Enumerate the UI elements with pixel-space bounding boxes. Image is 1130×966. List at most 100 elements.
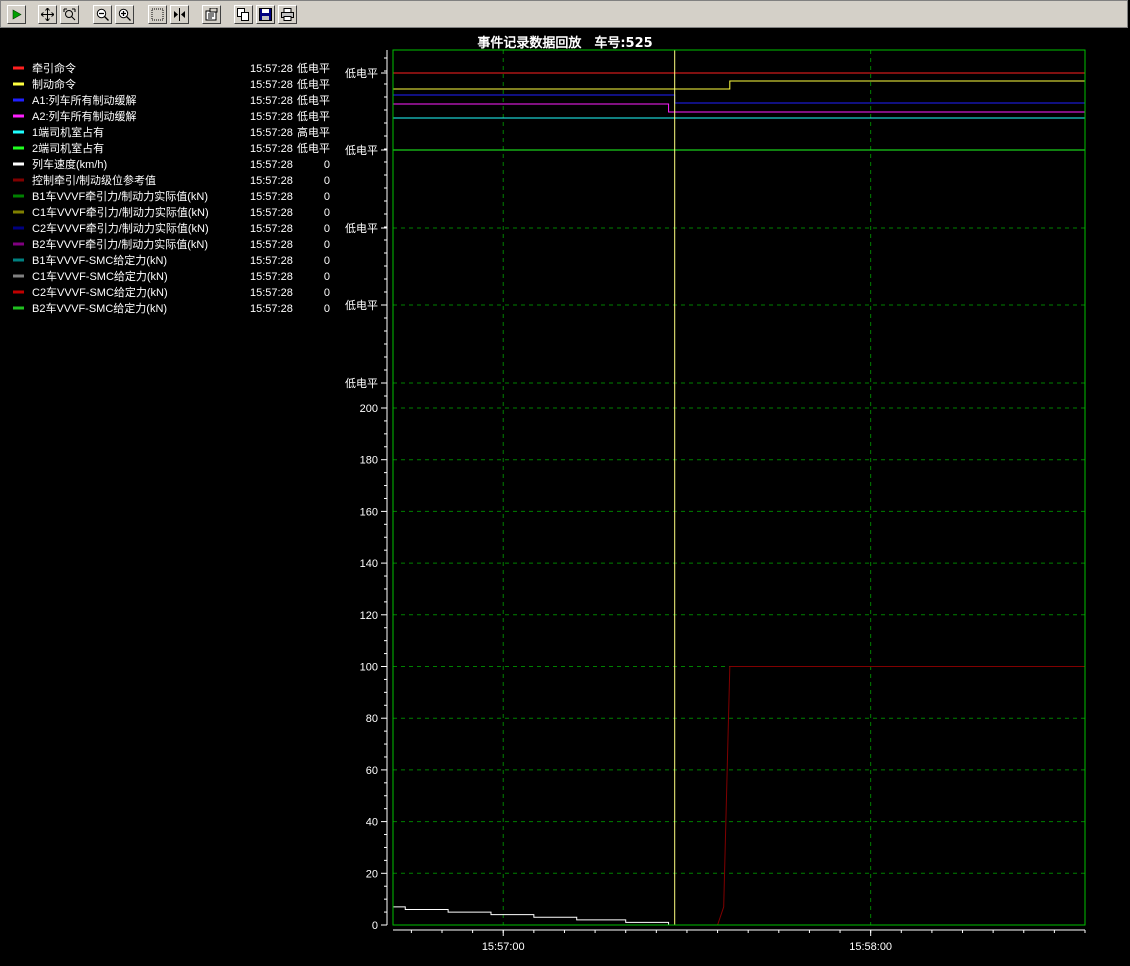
analog-tick-label: 180 [360,455,378,467]
analog-tick-label: 20 [366,868,378,880]
legend-name: A1:列车所有制动缓解 [32,93,137,107]
legend-value: 0 [324,191,330,203]
zoom-region-button[interactable] [60,5,79,24]
save-button[interactable] [256,5,275,24]
legend-time: 15:57:28 [250,63,293,75]
legend-name: C1车VVVF牵引力/制动力实际值(kN) [32,205,209,219]
pan-button[interactable] [38,5,57,24]
chart-series [393,72,1085,926]
zoom-in-icon [118,8,131,21]
digital-series-line [393,94,1085,104]
legend-value: 0 [324,207,330,219]
legend-name: C1车VVVF-SMC给定力(kN) [32,269,168,283]
chart-legend: 牵引命令 15:57:28 低电平制动命令 15:57:28 低电平A1:列车所有制动缓… [13,61,330,315]
analog-tick-label: 60 [366,765,378,777]
legend-name: C2车VVVF牵引力/制动力实际值(kN) [32,221,209,235]
legend-time: 15:57:28 [250,111,293,123]
time-tick-label: 15:58:00 [849,941,892,953]
legend-time: 15:57:28 [250,159,293,171]
legend-time: 15:57:28 [250,191,293,203]
legend-time: 15:57:28 [250,79,293,91]
move-icon [41,8,54,21]
legend-time: 15:57:28 [250,255,293,267]
analog-tick-label: 120 [360,610,378,622]
legend-name: 列车速度(km/h) [32,157,107,171]
digital-axis-label: 低电平 [345,222,378,235]
legend-name: B2车VVVF牵引力/制动力实际值(kN) [32,237,208,251]
legend-value: 0 [324,223,330,235]
time-tick-label: 15:57:00 [482,941,525,953]
analog-tick-label: 0 [372,920,378,932]
play-icon [12,9,22,20]
legend-value: 0 [324,303,330,315]
legend-value: 低电平 [297,142,330,155]
legend-name: 1端司机室占有 [32,125,104,139]
toolbar [0,0,1128,28]
zoom-out-button[interactable] [93,5,112,24]
legend-time: 15:57:28 [250,175,293,187]
copy-button[interactable] [234,5,253,24]
legend-time: 15:57:28 [250,303,293,315]
legend-name: C2车VVVF-SMC给定力(kN) [32,285,168,299]
properties-button[interactable] [202,5,221,24]
digital-axis: 低电平低电平低电平低电平低电平 [345,50,388,408]
legend-value: 0 [324,239,330,251]
legend-time: 15:57:28 [250,239,293,251]
legend-name: 牵引命令 [32,61,76,75]
analog-tick-label: 140 [360,558,378,570]
legend-name: 控制牵引/制动级位参考值 [32,173,156,187]
legend-value: 0 [324,175,330,187]
save-icon [259,8,272,21]
zoom-in-button[interactable] [115,5,134,24]
legend-value: 0 [324,271,330,283]
cursor-line-button[interactable] [170,5,189,24]
properties-icon [205,8,218,21]
legend-time: 15:57:28 [250,287,293,299]
legend-value: 低电平 [297,62,330,75]
analog-axis: 0 20 40 60 80 100 120 140 160 180 200 [360,403,388,932]
zoom-region-icon [63,8,76,21]
analog-tick-label: 160 [360,506,378,518]
analog-tick-label: 100 [360,662,378,674]
legend-time: 15:57:28 [250,207,293,219]
legend-value: 低电平 [297,110,330,123]
legend-value: 0 [324,287,330,299]
select-rect-icon [151,8,164,21]
plot-frame [392,49,1086,926]
analog-tick-label: 40 [366,817,378,829]
copy-icon [237,8,249,21]
legend-name: B1车VVVF-SMC给定力(kN) [32,253,167,267]
legend-time: 15:57:28 [250,143,293,155]
digital-axis-label: 低电平 [345,377,378,390]
select-rect-button[interactable] [148,5,167,24]
legend-value: 低电平 [297,94,330,107]
cursor-line-icon [174,8,185,21]
legend-value: 高电平 [297,125,330,139]
legend-value: 0 [324,255,330,267]
play-button[interactable] [7,5,26,24]
print-button[interactable] [278,5,297,24]
digital-series-line [393,103,1085,113]
print-icon [281,8,294,21]
digital-axis-label: 低电平 [345,144,378,157]
digital-axis-label: 低电平 [345,299,378,312]
time-axis: 15:57:00 15:58:00 [393,929,1086,953]
chart-grid [393,50,1085,925]
legend-time: 15:57:28 [250,127,293,139]
legend-name: B1车VVVF牵引力/制动力实际值(kN) [32,189,208,203]
analog-tick-label: 80 [366,713,378,725]
legend-value: 0 [324,159,330,171]
analog-tick-label: 200 [360,403,378,415]
chart-title: 事件记录数据回放 车号:525 [477,35,652,51]
zoom-out-icon [96,8,109,21]
legend-time: 15:57:28 [250,95,293,107]
legend-name: B2车VVVF-SMC给定力(kN) [32,301,167,315]
digital-series-line [393,80,1085,90]
legend-value: 低电平 [297,78,330,91]
legend-time: 15:57:28 [250,223,293,235]
legend-time: 15:57:28 [250,271,293,283]
chart-canvas[interactable]: 事件记录数据回放 车号:525 牵引命令 15:57:28 低电平制动命令 15:57… [0,28,1130,966]
legend-name: A2:列车所有制动缓解 [32,109,137,123]
reference-series-line [393,666,1085,926]
speed-series-line [393,906,1085,926]
